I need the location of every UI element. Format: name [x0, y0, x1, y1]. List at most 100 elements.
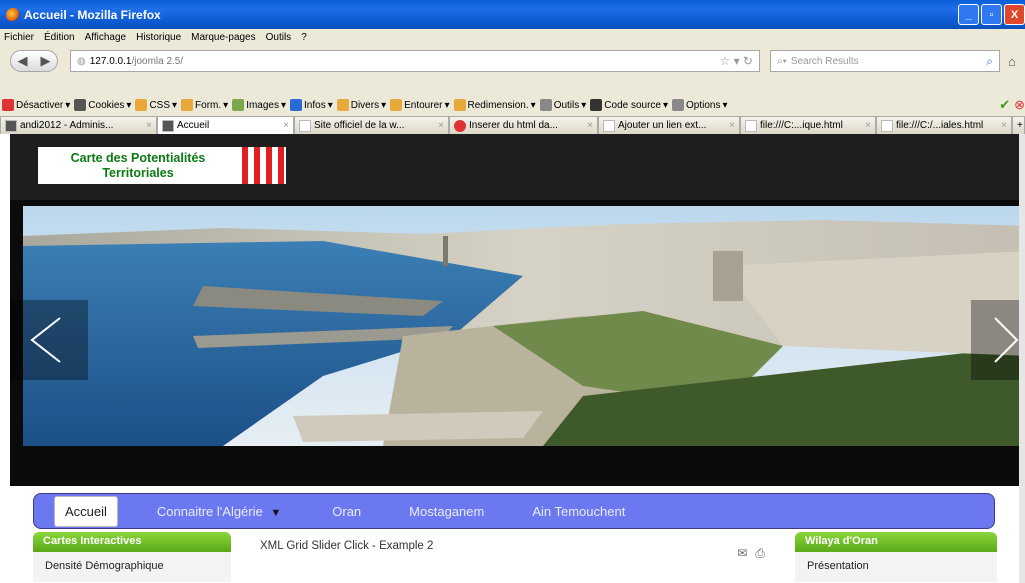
images-icon	[232, 99, 245, 111]
tab-close-icon[interactable]: ×	[583, 120, 593, 131]
chevron-right-icon	[994, 317, 1019, 363]
menu-bookmarks[interactable]: Marque-pages	[191, 32, 255, 43]
browser-tab[interactable]: Accueil ×	[157, 116, 294, 134]
menu-item-ain-temouchent[interactable]: Ain Temouchent	[532, 504, 625, 519]
tab-close-icon[interactable]: ×	[434, 120, 444, 131]
menu-item-oran[interactable]: Oran	[332, 504, 361, 519]
devtool-options-button[interactable]: Options ▾	[672, 99, 728, 111]
devtool-misc-button[interactable]: Divers ▾	[336, 99, 387, 111]
menu-bar: Fichier Édition Affichage Historique Mar…	[0, 29, 1025, 46]
browser-tab[interactable]: Inserer du html da... ×	[449, 116, 598, 134]
check-icon[interactable]: ✔	[999, 97, 1010, 113]
tab-close-icon[interactable]: ×	[725, 120, 735, 131]
search-icon[interactable]: ⌕	[986, 54, 993, 69]
tab-close-icon[interactable]: ×	[997, 120, 1007, 131]
page-icon	[603, 119, 615, 132]
dropdown-caret-icon: ▾	[327, 99, 333, 111]
dropdown-caret-icon: ▾	[172, 99, 178, 111]
left-sidebar-box: Cartes Interactives Densité Démographiqu…	[33, 532, 231, 583]
tab-label: Ajouter un lien ext...	[618, 120, 707, 131]
devtool-label: CSS	[149, 99, 171, 111]
forward-icon[interactable]: ▶	[41, 53, 51, 69]
window-title: Accueil - Mozilla Firefox	[24, 7, 161, 22]
logo-text: Carte des Potentialités Territoriales	[70, 150, 206, 180]
browser-tab[interactable]: Site officiel de la w... ×	[294, 116, 449, 134]
devtool-resize-button[interactable]: Redimension. ▾	[453, 99, 536, 111]
right-box-link[interactable]: Présentation	[795, 552, 997, 582]
maximize-button[interactable]: ▫	[981, 4, 1002, 25]
stop-icon	[454, 119, 466, 132]
error-icon[interactable]: ⊗	[1014, 97, 1025, 113]
devtool-source-button[interactable]: Code source ▾	[590, 99, 668, 111]
devtool-css-button[interactable]: CSS ▾	[135, 99, 177, 111]
tab-label: Site officiel de la w...	[314, 120, 405, 131]
devtool-label: Form.	[195, 99, 222, 111]
devtool-info-button[interactable]: Infos ▾	[290, 99, 333, 111]
resize-icon	[453, 99, 466, 111]
menu-help[interactable]: ?	[301, 32, 307, 43]
home-icon[interactable]: ⌂	[1008, 54, 1016, 69]
dropdown-caret-icon: ▾	[530, 99, 536, 111]
devtool-label: Divers	[350, 99, 380, 111]
search-placeholder: Search Results	[790, 55, 859, 67]
close-button[interactable]: X	[1004, 4, 1025, 25]
outline-icon	[390, 99, 403, 111]
menu-item-accueil[interactable]: Accueil	[54, 495, 118, 527]
tab-label: file:///C:/...iales.html	[896, 120, 984, 131]
minimize-button[interactable]: _	[958, 4, 979, 25]
firefox-icon	[6, 7, 20, 22]
browser-tab[interactable]: file:///C:...ique.html ×	[740, 116, 876, 134]
browser-tab[interactable]: andi2012 - Adminis... ×	[0, 116, 157, 134]
left-box-link[interactable]: Densité Démographique	[33, 552, 231, 582]
tab-close-icon[interactable]: ×	[861, 120, 871, 131]
menu-edit[interactable]: Édition	[44, 32, 75, 43]
back-icon[interactable]: ◀	[18, 53, 28, 69]
tab-bar: andi2012 - Adminis... × Accueil × Site offic…	[0, 116, 1025, 134]
print-icon[interactable]: ⎙	[755, 546, 765, 561]
page-scrollbar[interactable]	[1019, 134, 1025, 583]
devtool-disable-button[interactable]: Désactiver ▾	[2, 99, 70, 111]
menu-item-connaitre-algerie[interactable]: Connaitre l'Algérie ▼	[157, 504, 281, 519]
tab-label: file:///C:...ique.html	[760, 120, 843, 131]
browser-tab[interactable]: file:///C:/...iales.html ×	[876, 116, 1012, 134]
slider-next-button[interactable]	[971, 300, 1019, 380]
article-title: XML Grid Slider Click - Example 2	[260, 540, 434, 552]
disable-icon	[2, 99, 14, 111]
menu-history[interactable]: Historique	[136, 32, 181, 43]
tab-label: Inserer du html da...	[469, 120, 558, 131]
form-icon	[181, 99, 194, 111]
joomla-icon	[5, 119, 17, 132]
dropdown-caret-icon: ▾	[444, 99, 450, 111]
devtool-cookie-button[interactable]: Cookies ▾	[74, 99, 131, 111]
back-forward-buttons[interactable]: ◀ ▶	[10, 50, 58, 72]
browser-tab[interactable]: Ajouter un lien ext... ×	[598, 116, 740, 134]
devtool-label: Cookies	[88, 99, 125, 111]
site-logo[interactable]: Carte des Potentialités Territoriales	[38, 147, 286, 184]
url-bar[interactable]: ◍ 127.0.0.1/joomla 2.5/ ☆ ▾ ↻	[70, 50, 760, 72]
tab-close-icon[interactable]: ×	[279, 120, 289, 131]
search-engine-icon[interactable]: ⌕▾	[777, 56, 787, 67]
menu-item-mostaganem[interactable]: Mostaganem	[409, 504, 484, 519]
menu-file[interactable]: Fichier	[4, 32, 34, 43]
menu-tools[interactable]: Outils	[266, 32, 292, 43]
url-path: /joomla 2.5/	[131, 55, 184, 67]
window-titlebar: Accueil - Mozilla Firefox _ ▫ X	[0, 0, 1025, 29]
menu-view[interactable]: Affichage	[85, 32, 127, 43]
devtool-form-button[interactable]: Form. ▾	[181, 99, 228, 111]
tools-icon	[539, 99, 552, 111]
email-icon[interactable]: ✉	[737, 546, 747, 561]
search-input[interactable]: ⌕▾ Search Results ⌕	[770, 50, 1000, 72]
bookmark-star-icon[interactable]: ☆ ▾ ↻	[719, 54, 753, 68]
page-icon	[745, 119, 757, 132]
dropdown-caret-icon: ▾	[381, 99, 387, 111]
tab-close-icon[interactable]: ×	[142, 120, 152, 131]
cookie-icon	[74, 99, 87, 111]
devtool-outline-button[interactable]: Entourer ▾	[390, 99, 450, 111]
new-tab-button[interactable]: +	[1012, 116, 1025, 134]
caret-down-icon: ▼	[270, 506, 282, 519]
devtool-images-button[interactable]: Images ▾	[232, 99, 286, 111]
dropdown-caret-icon: ▾	[722, 99, 728, 111]
devtool-tools-button[interactable]: Outils ▾	[539, 99, 586, 111]
slider-prev-button[interactable]	[10, 300, 88, 380]
left-box-title: Cartes Interactives	[33, 532, 231, 552]
